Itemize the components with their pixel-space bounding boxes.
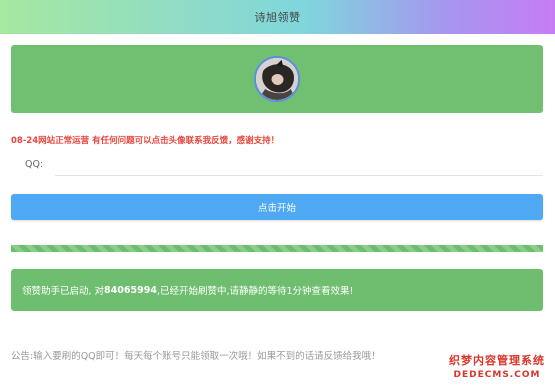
watermark-logo: 织梦内容管理系统 DEDECMS.COM bbox=[442, 352, 552, 384]
progress-bar bbox=[11, 245, 543, 252]
watermark-line2: DEDECMS.COM bbox=[453, 370, 541, 380]
progress-fill bbox=[11, 245, 543, 252]
qq-field: QQ: bbox=[25, 152, 543, 176]
avatar[interactable] bbox=[254, 56, 300, 102]
status-prefix: 领赞助手已启动, 对 bbox=[22, 286, 105, 297]
page-title: 诗旭领赞 bbox=[254, 11, 301, 24]
banner bbox=[11, 45, 543, 113]
watermark-line1: 织梦内容管理系统 bbox=[449, 354, 545, 367]
qq-input[interactable] bbox=[55, 152, 543, 176]
qq-label: QQ: bbox=[25, 158, 44, 170]
status-qq: 84065994 bbox=[104, 284, 157, 296]
app-header: 诗旭领赞 bbox=[0, 0, 555, 34]
avatar-icon bbox=[256, 58, 298, 100]
status-suffix: ,已经开始刷赞中,请静静的等待1分钟查看效果! bbox=[156, 286, 354, 297]
notice-text: 08-24网站正常运营 有任何问题可以点击头像联系我反馈，感谢支持！ bbox=[11, 136, 280, 146]
start-button[interactable]: 点击开始 bbox=[11, 194, 543, 220]
status-message: 领赞助手已启动, 对 84065994 ,已经开始刷赞中,请静静的等待1分钟查看效果… bbox=[11, 269, 543, 311]
